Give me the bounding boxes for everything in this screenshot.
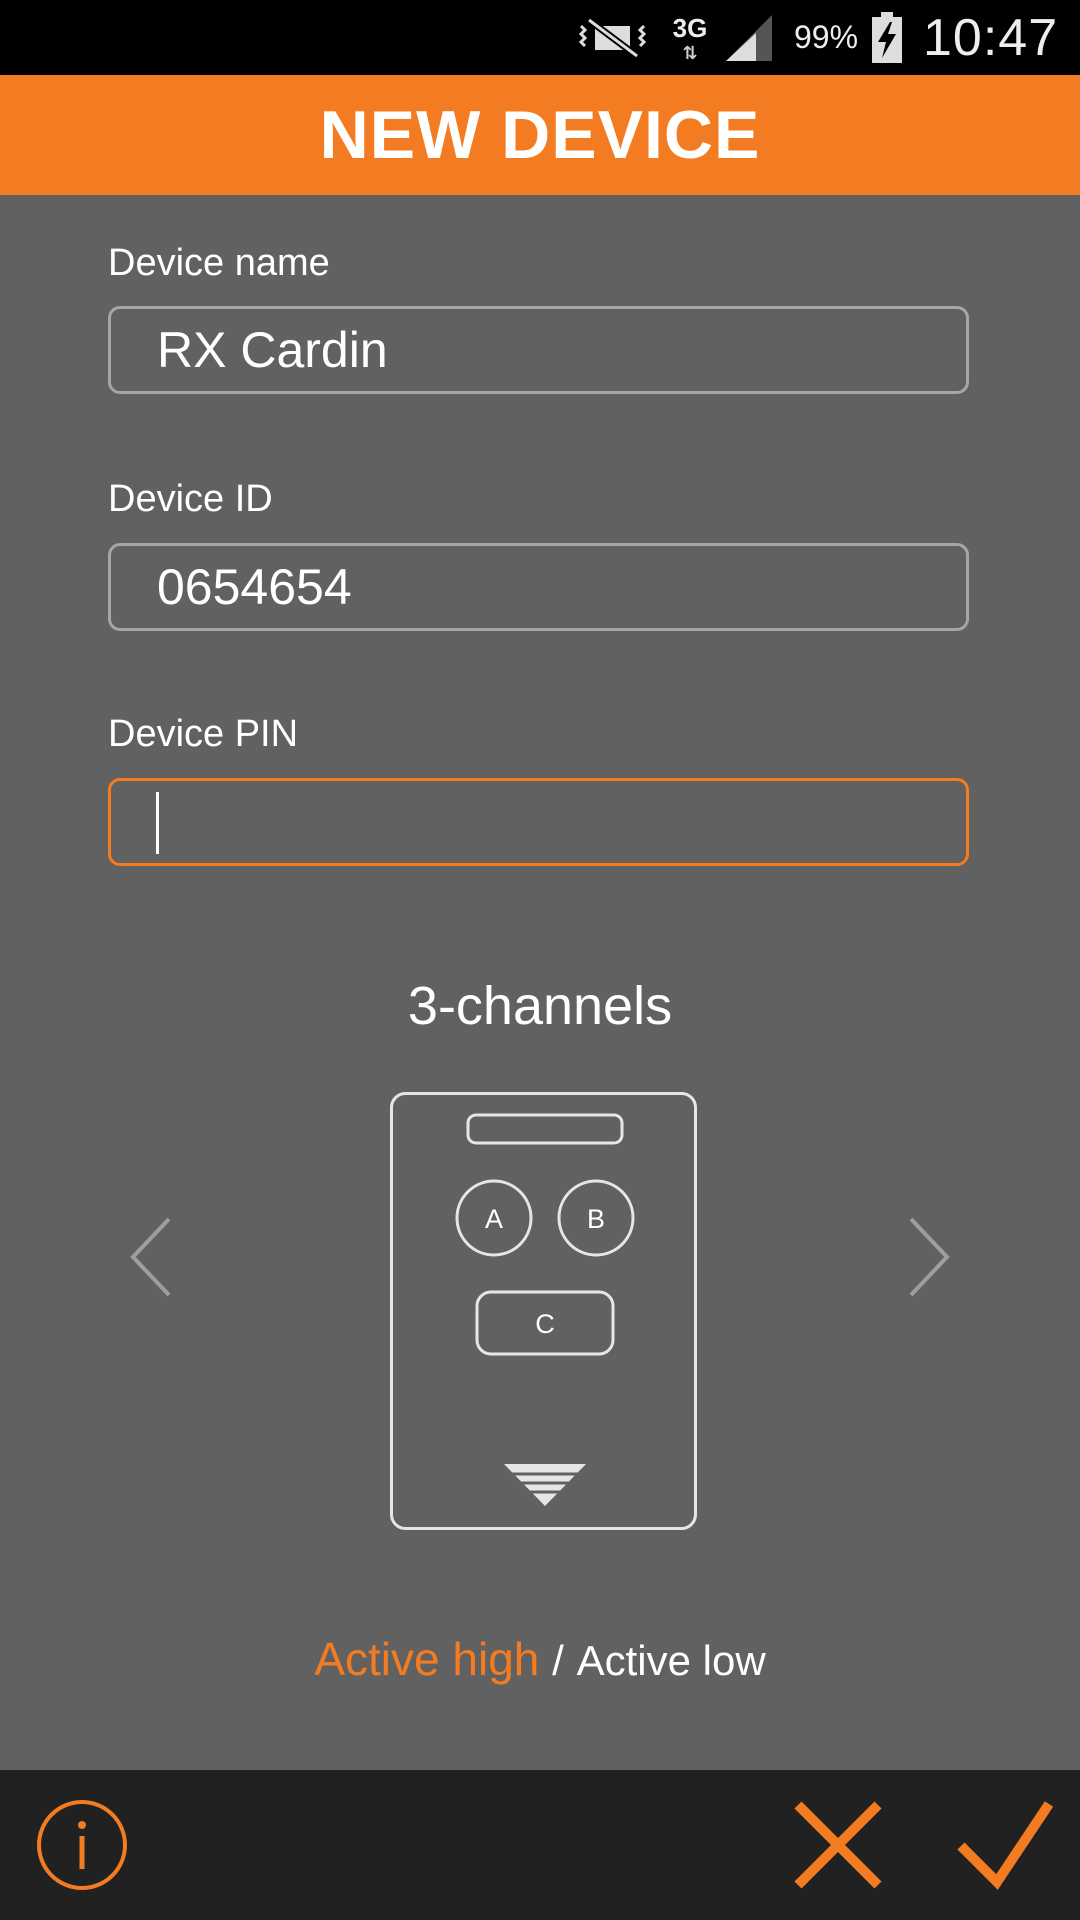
info-icon [37, 1800, 127, 1890]
remote-logo-icon [504, 1464, 586, 1506]
remote-button-c-label: C [535, 1309, 555, 1339]
info-button[interactable] [32, 1770, 132, 1920]
battery-percent: 99% [794, 19, 859, 55]
network-type: 3G ⇅ [665, 0, 715, 75]
confirm-icon [957, 1801, 1053, 1890]
text-caret [156, 792, 159, 854]
remote-led-slot [466, 1113, 624, 1145]
active-low-option[interactable]: Active low [577, 1637, 766, 1684]
cancel-icon [794, 1801, 882, 1889]
device-name-input[interactable] [108, 306, 969, 394]
device-id-label: Device ID [108, 478, 273, 520]
active-high-option[interactable]: Active high [314, 1633, 539, 1685]
device-name-label: Device name [108, 242, 330, 284]
cancel-button[interactable] [788, 1770, 888, 1920]
page-title: NEW DEVICE [319, 97, 761, 173]
mode-toggle: Active high / Active low [0, 1632, 1080, 1686]
network-label: 3G [672, 13, 708, 43]
network-arrows-icon: ⇅ [682, 43, 698, 63]
mode-separator: / [552, 1637, 564, 1684]
clock: 10:47 [923, 8, 1059, 67]
next-arrow-icon[interactable] [903, 1215, 953, 1300]
device-id-input[interactable] [108, 543, 969, 631]
confirm-button[interactable] [950, 1770, 1060, 1920]
header-bar: NEW DEVICE [0, 75, 1080, 195]
remote-button-b-label: B [587, 1204, 605, 1234]
bottom-action-bar [0, 1770, 1080, 1920]
device-pin-label: Device PIN [108, 713, 299, 755]
vibrate-mute-icon [575, 0, 650, 75]
device-pin-input[interactable] [108, 778, 969, 866]
status-bar: 3G ⇅ 99% 10:47 [0, 0, 1080, 75]
battery-charging-icon [870, 0, 904, 75]
channels-title: 3-channels [407, 976, 673, 1036]
previous-arrow-icon[interactable] [127, 1215, 177, 1300]
remote-button-a-label: A [485, 1204, 503, 1234]
remote-control-illustration: A B C [390, 1092, 697, 1530]
signal-icon [722, 0, 776, 75]
